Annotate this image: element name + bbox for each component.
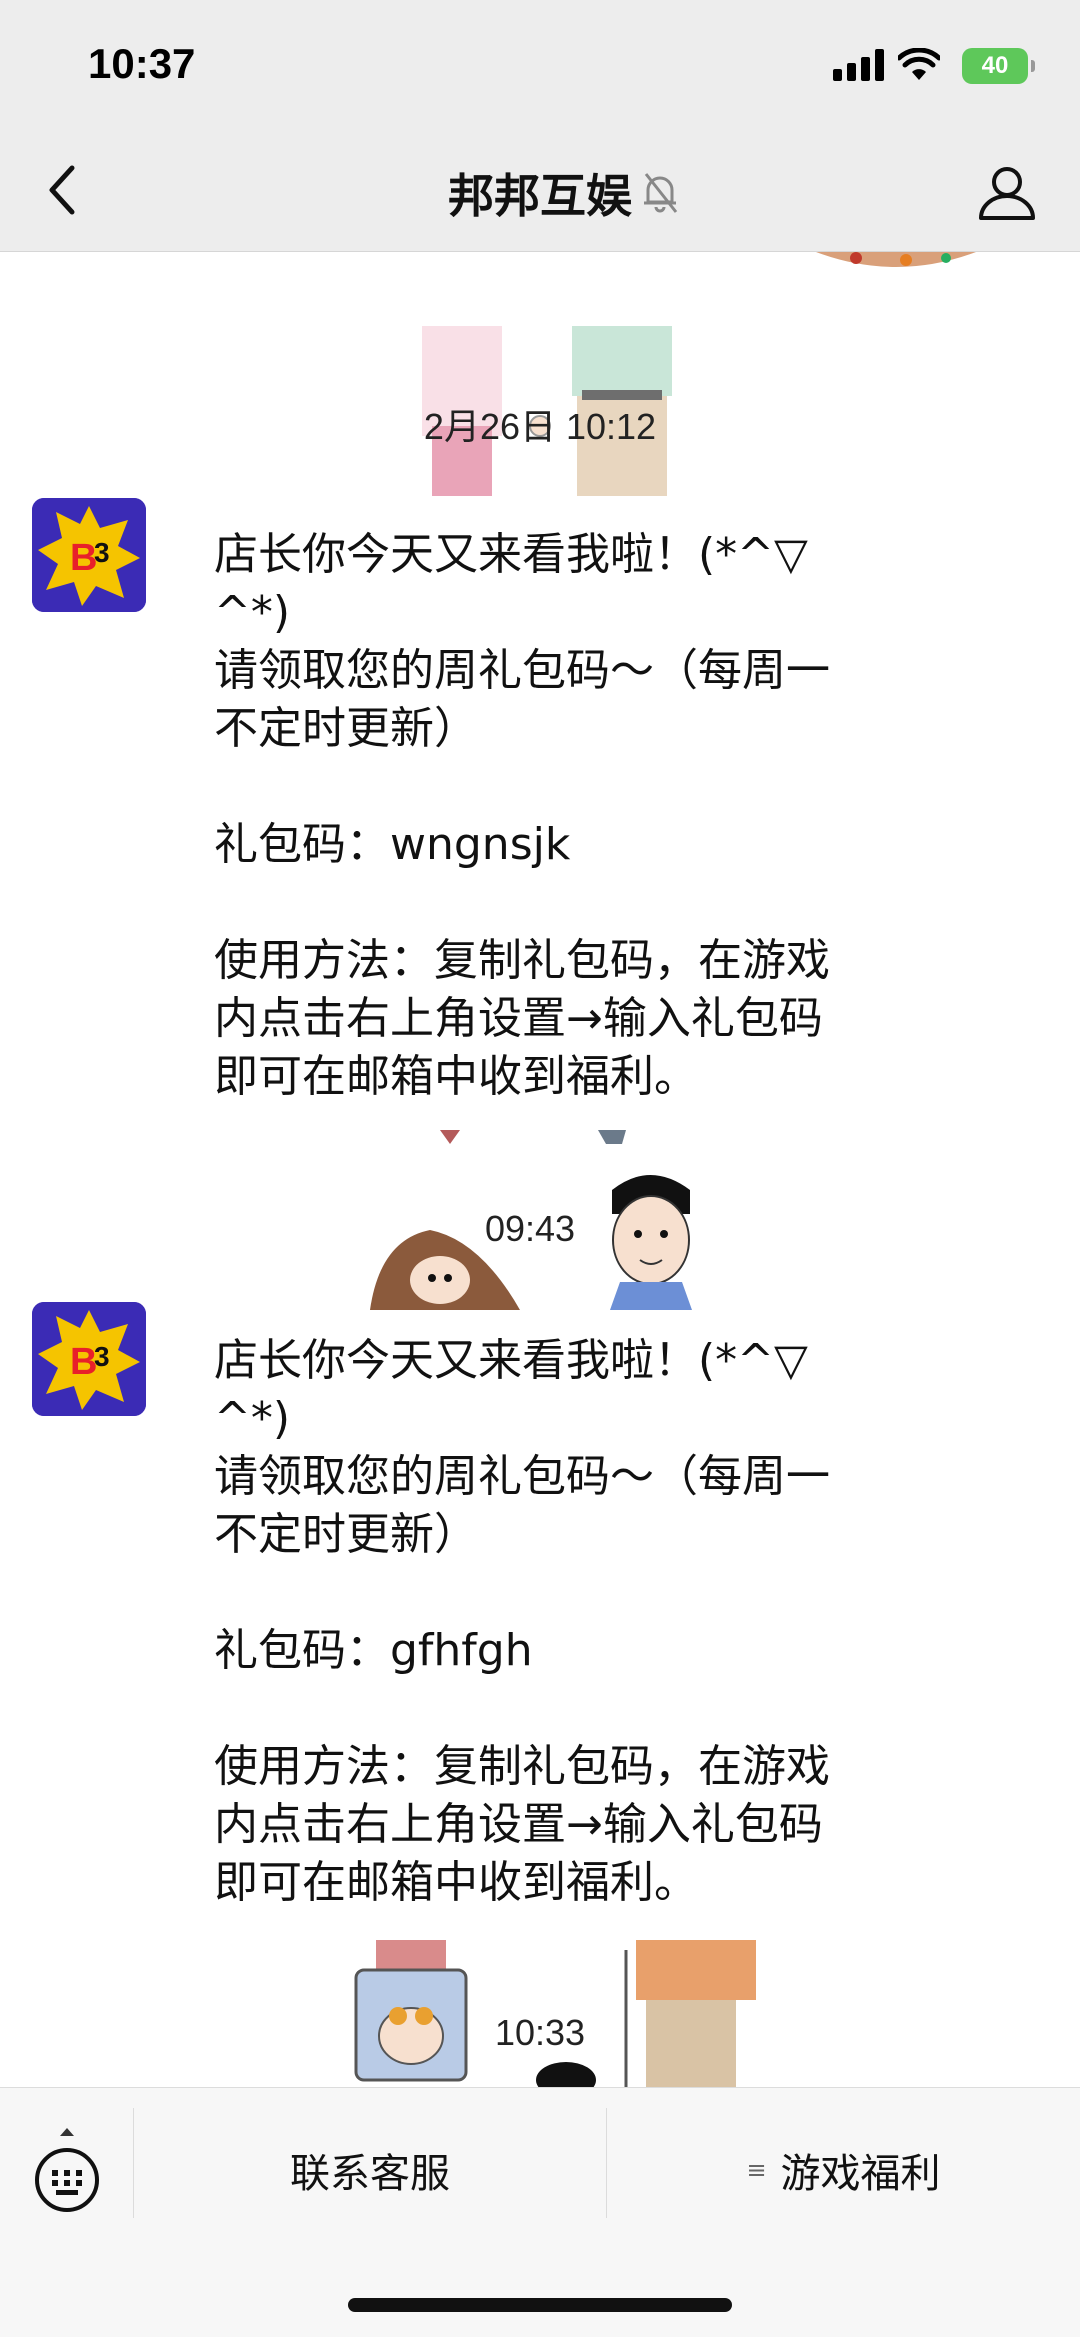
nav-bar: 邦邦互娱	[0, 130, 1080, 252]
brand-logo-icon: B 3	[32, 498, 146, 612]
menu-lines-icon: ≡	[746, 2156, 767, 2184]
svg-text:3: 3	[94, 537, 110, 568]
menu-label: 游戏福利	[780, 2151, 941, 2197]
sticker-food	[816, 252, 976, 267]
status-time: 10:37	[88, 40, 196, 87]
message-text: 店长你今天又来看我啦！(*^▽ ^*) 请领取您的周礼包码～（每周一 不定时更新…	[214, 529, 830, 1102]
status-icons	[833, 48, 940, 82]
timestamp: 2月26日 10:12	[423, 406, 657, 447]
svg-text:3: 3	[94, 1341, 110, 1372]
profile-icon[interactable]	[976, 162, 1038, 222]
mute-bell-icon	[644, 173, 678, 213]
chat-area[interactable]: 2月26日 10:12 B 3 店长你今天又来看我啦！(*^▽ ^*) 请领取您…	[0, 252, 1080, 2087]
battery-indicator: 40	[962, 48, 1035, 84]
game-benefits-button[interactable]: ≡ 游戏福利	[607, 2120, 1080, 2220]
avatar[interactable]: B 3	[32, 1302, 146, 1416]
menu-label: 联系客服	[290, 2151, 450, 2197]
avatar[interactable]: B 3	[32, 498, 146, 612]
timestamp: 09:43	[484, 1208, 576, 1249]
battery-level: 40	[981, 52, 1009, 79]
brand-logo-icon: B 3	[32, 1302, 146, 1416]
wifi-icon	[898, 48, 940, 80]
status-bar: 10:37 40	[0, 0, 1080, 130]
contact-service-button[interactable]: 联系客服	[134, 2120, 606, 2220]
chat-title: 邦邦互娱	[448, 169, 632, 223]
message-text: 店长你今天又来看我啦！(*^▽ ^*) 请领取您的周礼包码～（每周一 不定时更新…	[214, 1335, 830, 1908]
cellular-signal-icon	[833, 49, 884, 81]
keyboard-icon[interactable]	[32, 2128, 102, 2218]
timestamp: 10:33	[494, 2012, 586, 2053]
home-indicator[interactable]	[348, 2298, 732, 2312]
